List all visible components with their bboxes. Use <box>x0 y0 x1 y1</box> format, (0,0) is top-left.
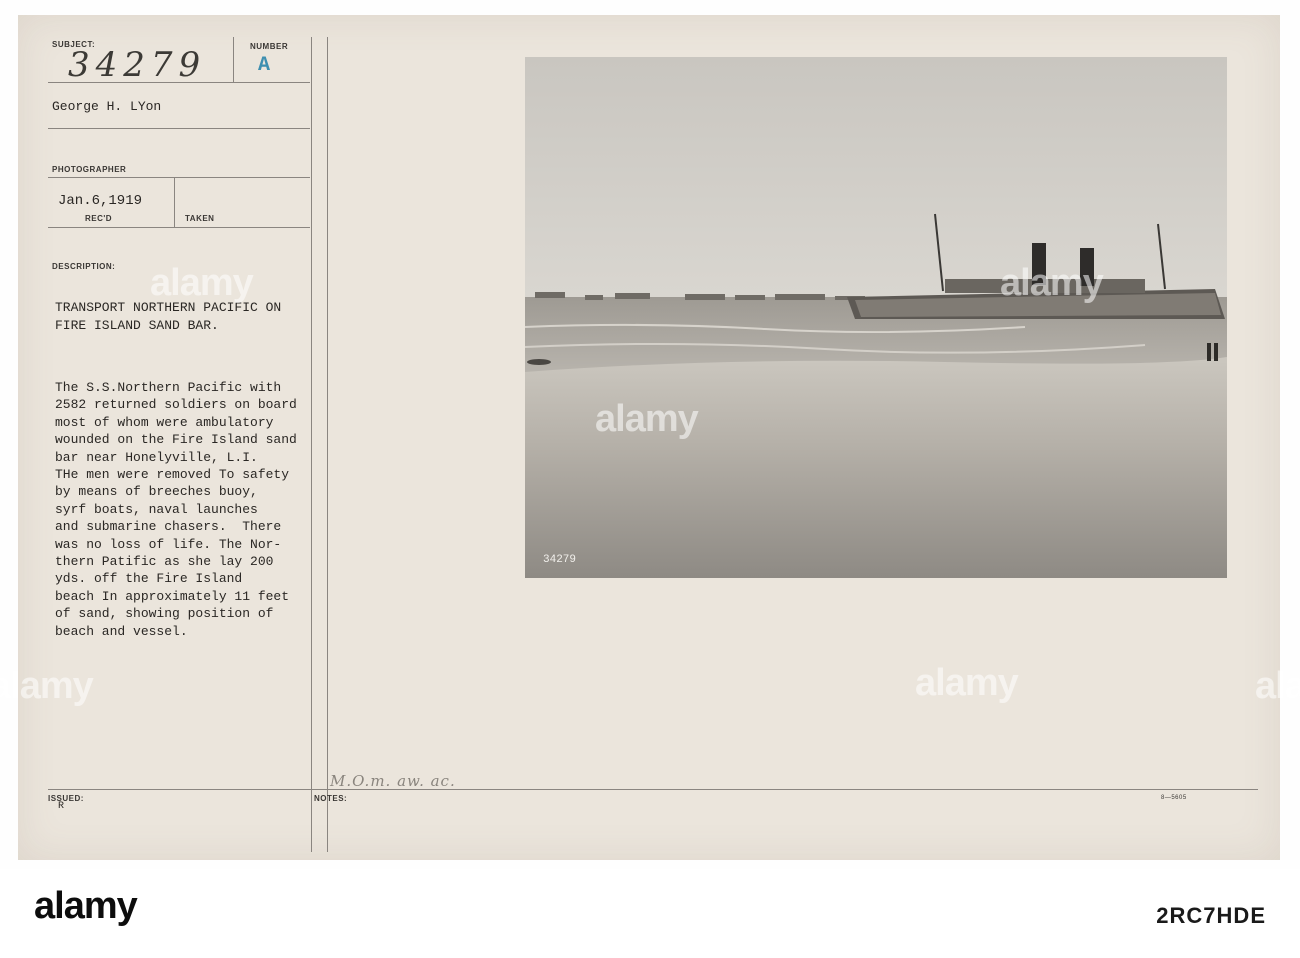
body-line: beach In approximately 11 feet <box>55 588 290 604</box>
photographer-label: PHOTOGRAPHER <box>52 165 127 174</box>
body-line: was no loss of life. The Nor- <box>55 536 282 552</box>
photographer-name: George H. LYon <box>52 99 162 114</box>
body-line: 2582 returned soldiers on board <box>55 397 297 413</box>
date-received: Jan.6,1919 <box>58 193 143 209</box>
body-line: by means of breeches buoy, <box>55 484 258 500</box>
form-code: 8—5605 <box>1161 795 1187 801</box>
watermark-text: alamy <box>150 262 254 304</box>
title-line: FIRE ISLAND SAND BAR. <box>55 318 219 333</box>
watermark-text: alamy <box>595 398 699 440</box>
footer-logo: alamy <box>34 885 138 927</box>
photo-number-mark: 34279 <box>543 554 577 566</box>
divider-subject-number <box>233 37 234 82</box>
body-line: most of whom were ambulatory <box>55 414 274 430</box>
recd-label: REC'D <box>85 214 113 223</box>
number-label: NUMBER <box>250 42 289 51</box>
divider-recd-taken <box>174 177 175 227</box>
description-body: The S.S.Northern Pacific with 2582 retur… <box>55 379 297 640</box>
notes-label: NOTES: <box>314 794 348 803</box>
body-line: beach and vessel. <box>55 623 188 639</box>
divider-column <box>311 37 312 852</box>
issued-mark: R <box>58 801 65 812</box>
subject-number: 34279 <box>68 45 207 85</box>
stock-photo-footer: alamy 2RC7HDE <box>0 869 1300 958</box>
number-value: A <box>258 54 271 77</box>
body-line: syrf boats, naval launches <box>55 501 258 517</box>
body-line: thern Patific as she lay 200 <box>55 554 274 570</box>
issued-label: ISSUED: <box>48 794 84 803</box>
taken-label: TAKEN <box>185 214 215 223</box>
description-label: DESCRIPTION: <box>52 262 116 271</box>
body-line: yds. off the Fire Island <box>55 571 243 587</box>
body-line: bar near Honelyville, L.I. <box>55 449 258 465</box>
body-line: THe men were removed To safety <box>55 467 290 483</box>
watermark-text: alamy <box>1255 665 1300 707</box>
body-line: of sand, showing position of <box>55 606 274 622</box>
notes-handwriting: M.O.m. aw. ac. <box>330 772 456 790</box>
divider-photographer-bottom <box>48 128 310 129</box>
divider-date-bottom <box>48 227 310 228</box>
watermark-text: alamy <box>915 662 1019 704</box>
body-line: The S.S.Northern Pacific with <box>55 380 282 395</box>
divider-date-top <box>48 177 310 178</box>
footer-image-id: 2RC7HDE <box>1156 903 1266 928</box>
body-line: wounded on the Fire Island sand <box>55 432 297 448</box>
photograph-image <box>525 57 1227 578</box>
watermark-text: alamy <box>0 665 94 707</box>
divider-notes <box>48 789 1258 790</box>
body-line: and submarine chasers. There <box>55 519 282 535</box>
watermark-text: alamy <box>1000 262 1104 304</box>
beach-ship-photograph: 34279 <box>525 57 1227 578</box>
divider-photo-frame-left <box>327 37 328 852</box>
